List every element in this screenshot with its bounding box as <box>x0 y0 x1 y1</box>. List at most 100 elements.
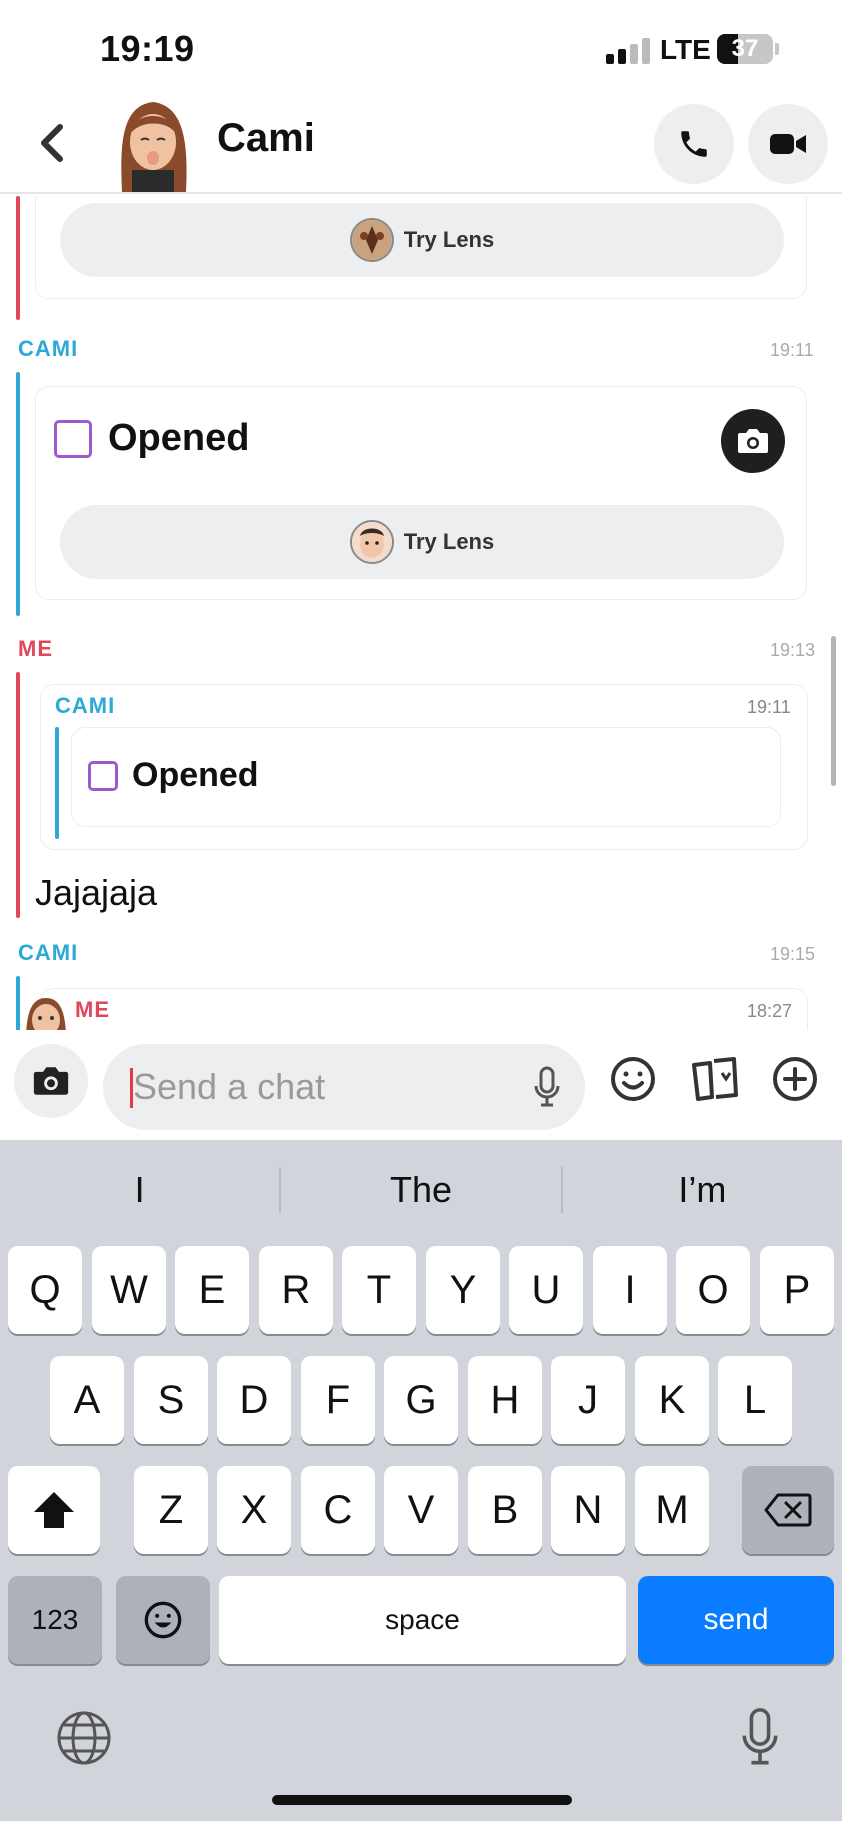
message-time: 19:13 <box>770 640 816 660</box>
scrollbar[interactable] <box>831 636 836 786</box>
snap-card[interactable]: Opened Try Lens <box>35 386 807 600</box>
try-lens-button[interactable]: Try Lens <box>60 505 784 579</box>
key-p[interactable]: P <box>760 1246 834 1334</box>
key-u[interactable]: U <box>509 1246 583 1334</box>
key-q[interactable]: Q <box>8 1246 82 1334</box>
quoted-sender: CAMI <box>55 693 116 718</box>
camera-icon <box>33 1067 69 1095</box>
quoted-message[interactable]: CAMI 19:11 Opened <box>40 684 808 850</box>
chat-input-wrapper[interactable] <box>103 1044 585 1130</box>
message-text[interactable]: Jajajaja <box>35 872 157 914</box>
microphone-icon <box>742 1708 778 1765</box>
suggestion-item[interactable]: I <box>0 1169 279 1211</box>
microphone-icon <box>534 1066 560 1107</box>
sender-bar-me <box>16 196 20 320</box>
key-d[interactable]: D <box>217 1356 291 1444</box>
opened-square-icon <box>54 419 92 458</box>
key-y[interactable]: Y <box>426 1246 500 1334</box>
emoji-icon <box>611 1057 655 1101</box>
cards-icon <box>692 1057 738 1101</box>
space-key[interactable]: space <box>219 1576 626 1664</box>
suggestion-item[interactable]: The <box>281 1169 560 1211</box>
contact-name[interactable]: Cami <box>217 116 315 161</box>
chat-input[interactable] <box>133 1044 503 1130</box>
key-g[interactable]: G <box>384 1356 458 1444</box>
video-call-button[interactable] <box>748 104 828 184</box>
key-t[interactable]: T <box>342 1246 416 1334</box>
opened-square-icon <box>88 760 118 791</box>
emoji-icon <box>144 1601 182 1639</box>
nested-sender: ME <box>75 997 110 1022</box>
battery-icon: 37 <box>717 34 773 64</box>
signal-icon <box>606 38 650 64</box>
key-b[interactable]: B <box>468 1466 542 1554</box>
globe-icon <box>57 1711 111 1765</box>
try-lens-button[interactable]: Try Lens <box>60 203 784 277</box>
sender-label: ME <box>18 636 53 661</box>
key-s[interactable]: S <box>134 1356 208 1444</box>
send-key[interactable]: send <box>638 1576 834 1664</box>
globe-key[interactable] <box>56 1710 112 1766</box>
keyboard: I The I’m Q W E R T Y U I O P A S D F G … <box>0 1140 842 1821</box>
reply-camera-button[interactable] <box>721 409 785 473</box>
key-f[interactable]: F <box>301 1356 375 1444</box>
sender-label: CAMI <box>18 940 79 965</box>
sender-bar-me <box>16 672 20 918</box>
key-h[interactable]: H <box>468 1356 542 1444</box>
key-v[interactable]: V <box>384 1466 458 1554</box>
status-bar: 19:19 LTE 37 <box>0 0 842 100</box>
key-j[interactable]: J <box>551 1356 625 1444</box>
camera-icon <box>738 429 768 453</box>
chat-messages[interactable]: Try Lens CAMI 19:11 Opened Try Lens ME 1… <box>0 196 842 1030</box>
key-n[interactable]: N <box>551 1466 625 1554</box>
bitmoji-peek-icon <box>22 992 70 1030</box>
plus-icon <box>773 1057 817 1101</box>
key-i[interactable]: I <box>593 1246 667 1334</box>
battery-tip <box>775 43 779 55</box>
key-r[interactable]: R <box>259 1246 333 1334</box>
avatar[interactable] <box>108 88 198 192</box>
quoted-status-label: Opened <box>132 756 259 794</box>
key-o[interactable]: O <box>676 1246 750 1334</box>
back-button[interactable] <box>30 118 74 168</box>
cards-button[interactable] <box>690 1054 740 1104</box>
voice-call-button[interactable] <box>654 104 734 184</box>
backspace-icon <box>764 1493 812 1527</box>
key-a[interactable]: A <box>50 1356 124 1444</box>
try-lens-label: Try Lens <box>403 529 495 554</box>
voice-note-button[interactable] <box>533 1066 561 1113</box>
key-e[interactable]: E <box>175 1246 249 1334</box>
backspace-key[interactable] <box>742 1466 834 1554</box>
key-m[interactable]: M <box>635 1466 709 1554</box>
suggestion-bar: I The I’m <box>0 1140 842 1240</box>
sender-bar-cami <box>16 976 20 1030</box>
nested-time: 18:27 <box>747 1001 793 1021</box>
lens-thumbnail-icon <box>349 520 394 564</box>
snap-card: Try Lens <box>35 196 807 299</box>
key-w[interactable]: W <box>92 1246 166 1334</box>
phone-icon <box>681 131 707 157</box>
key-l[interactable]: L <box>718 1356 792 1444</box>
sender-label: CAMI <box>18 336 79 361</box>
key-x[interactable]: X <box>217 1466 291 1554</box>
key-k[interactable]: K <box>635 1356 709 1444</box>
numbers-key[interactable]: 123 <box>8 1576 102 1664</box>
more-button[interactable] <box>770 1054 820 1104</box>
quoted-snap-status: Opened <box>88 756 259 795</box>
shift-key[interactable] <box>8 1466 100 1554</box>
snap-status: Opened <box>54 417 249 460</box>
suggestion-item[interactable]: I’m <box>563 1169 842 1211</box>
message-time: 19:15 <box>770 944 816 964</box>
emoji-keyboard-key[interactable] <box>116 1576 210 1664</box>
dictation-key[interactable] <box>740 1706 780 1768</box>
emoji-button[interactable] <box>608 1054 658 1104</box>
quoted-message[interactable]: ME 18:27 <box>40 988 808 1030</box>
sender-bar-cami <box>16 372 20 616</box>
try-lens-label: Try Lens <box>403 227 495 252</box>
lens-thumbnail-icon <box>349 218 394 262</box>
shift-arrow-icon <box>34 1492 74 1528</box>
video-icon <box>770 134 806 154</box>
camera-button[interactable] <box>14 1044 88 1118</box>
key-z[interactable]: Z <box>134 1466 208 1554</box>
key-c[interactable]: C <box>301 1466 375 1554</box>
